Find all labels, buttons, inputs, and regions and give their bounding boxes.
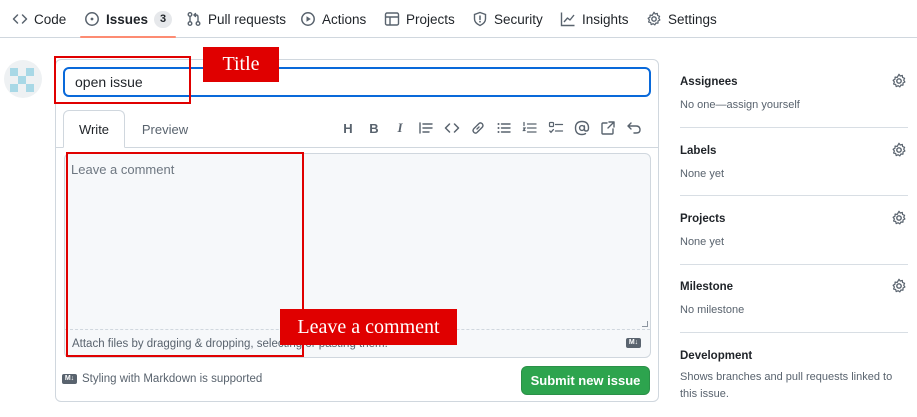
tab-settings[interactable]: Settings	[646, 0, 717, 38]
avatar	[4, 60, 42, 98]
resize-handle[interactable]	[642, 321, 648, 327]
tab-issues[interactable]: Issues 3	[79, 0, 177, 38]
tab-settings-label: Settings	[668, 11, 717, 27]
bold-icon[interactable]: B	[366, 120, 382, 136]
tab-insights-label: Insights	[582, 11, 629, 27]
task-list-icon[interactable]	[548, 120, 564, 136]
submit-new-issue-button[interactable]: Submit new issue	[521, 366, 650, 395]
issue-title-input[interactable]	[63, 67, 651, 97]
gear-icon[interactable]	[891, 73, 907, 89]
gear-icon	[646, 11, 662, 27]
undo-icon[interactable]	[626, 120, 642, 136]
gear-icon[interactable]	[891, 142, 907, 158]
sidebar-title: Assignees	[680, 76, 738, 88]
tab-preview[interactable]: Preview	[134, 110, 196, 148]
repo-nav: Code Issues 3 Pull requests Actions Proj…	[0, 0, 917, 38]
sidebar-value[interactable]: No one—assign yourself	[680, 97, 908, 114]
divider	[56, 147, 658, 148]
gear-icon[interactable]	[891, 210, 907, 226]
graph-icon	[560, 11, 576, 27]
comment-textarea[interactable]	[71, 162, 645, 330]
git-pull-request-icon	[186, 11, 202, 27]
tab-code-label: Code	[34, 11, 67, 27]
tab-projects-label: Projects	[406, 11, 455, 27]
tab-insights[interactable]: Insights	[560, 0, 629, 38]
markdown-toolbar: H B I	[340, 118, 652, 138]
markdown-note-text: Styling with Markdown is supported	[82, 373, 263, 385]
sidebar-projects[interactable]: Projects None yet	[680, 210, 908, 251]
tab-pull-requests-label: Pull requests	[208, 11, 287, 27]
tab-write[interactable]: Write	[63, 110, 125, 148]
tab-projects[interactable]: Projects	[384, 0, 455, 38]
divider	[680, 127, 908, 128]
sidebar-title: Development	[680, 350, 753, 362]
ordered-list-icon[interactable]	[522, 120, 538, 136]
sidebar-assignees[interactable]: Assignees No one—assign yourself	[680, 73, 908, 114]
sidebar-title: Projects	[680, 213, 726, 225]
quote-icon[interactable]	[418, 120, 434, 136]
link-icon[interactable]	[470, 120, 486, 136]
italic-icon[interactable]: I	[392, 120, 408, 136]
tab-actions[interactable]: Actions	[300, 0, 366, 38]
sidebar-development: Development Shows branches and pull requ…	[680, 350, 906, 403]
sidebar-title: Labels	[680, 145, 717, 157]
tab-code[interactable]: Code	[12, 0, 66, 38]
comment-annotation-label: Leave a comment	[280, 309, 457, 345]
unordered-list-icon[interactable]	[496, 120, 512, 136]
sidebar-milestone[interactable]: Milestone No milestone	[680, 278, 908, 319]
code-icon[interactable]	[444, 120, 460, 136]
mention-icon[interactable]	[574, 120, 590, 136]
cross-reference-icon[interactable]	[600, 120, 616, 136]
tab-actions-label: Actions	[322, 11, 367, 27]
sidebar-value: None yet	[680, 236, 725, 248]
tab-security[interactable]: Security	[472, 0, 543, 38]
sidebar-title: Milestone	[680, 281, 734, 293]
divider	[680, 332, 908, 333]
sidebar-labels[interactable]: Labels None yet	[680, 142, 908, 183]
divider	[680, 264, 908, 265]
issues-count-badge: 3	[154, 10, 173, 28]
tab-security-label: Security	[494, 11, 543, 27]
gear-icon[interactable]	[891, 278, 907, 294]
sidebar-value: None yet	[680, 168, 725, 180]
sidebar-value: No milestone	[680, 304, 745, 316]
markdown-icon: M↓	[62, 374, 77, 384]
shield-icon	[472, 11, 488, 27]
title-annotation-label: Title	[203, 47, 279, 82]
divider	[680, 195, 908, 196]
markdown-icon: M↓	[626, 338, 641, 348]
markdown-note[interactable]: M↓ Styling with Markdown is supported	[62, 373, 262, 385]
issue-opened-icon	[84, 11, 100, 27]
sidebar-value: Shows branches and pull requests linked …	[680, 371, 893, 401]
table-icon	[384, 11, 400, 27]
tab-pull-requests[interactable]: Pull requests	[186, 0, 286, 38]
tab-issues-label: Issues	[106, 11, 149, 27]
code-icon	[12, 11, 28, 27]
heading-icon[interactable]: H	[340, 120, 356, 136]
play-icon	[300, 11, 316, 27]
